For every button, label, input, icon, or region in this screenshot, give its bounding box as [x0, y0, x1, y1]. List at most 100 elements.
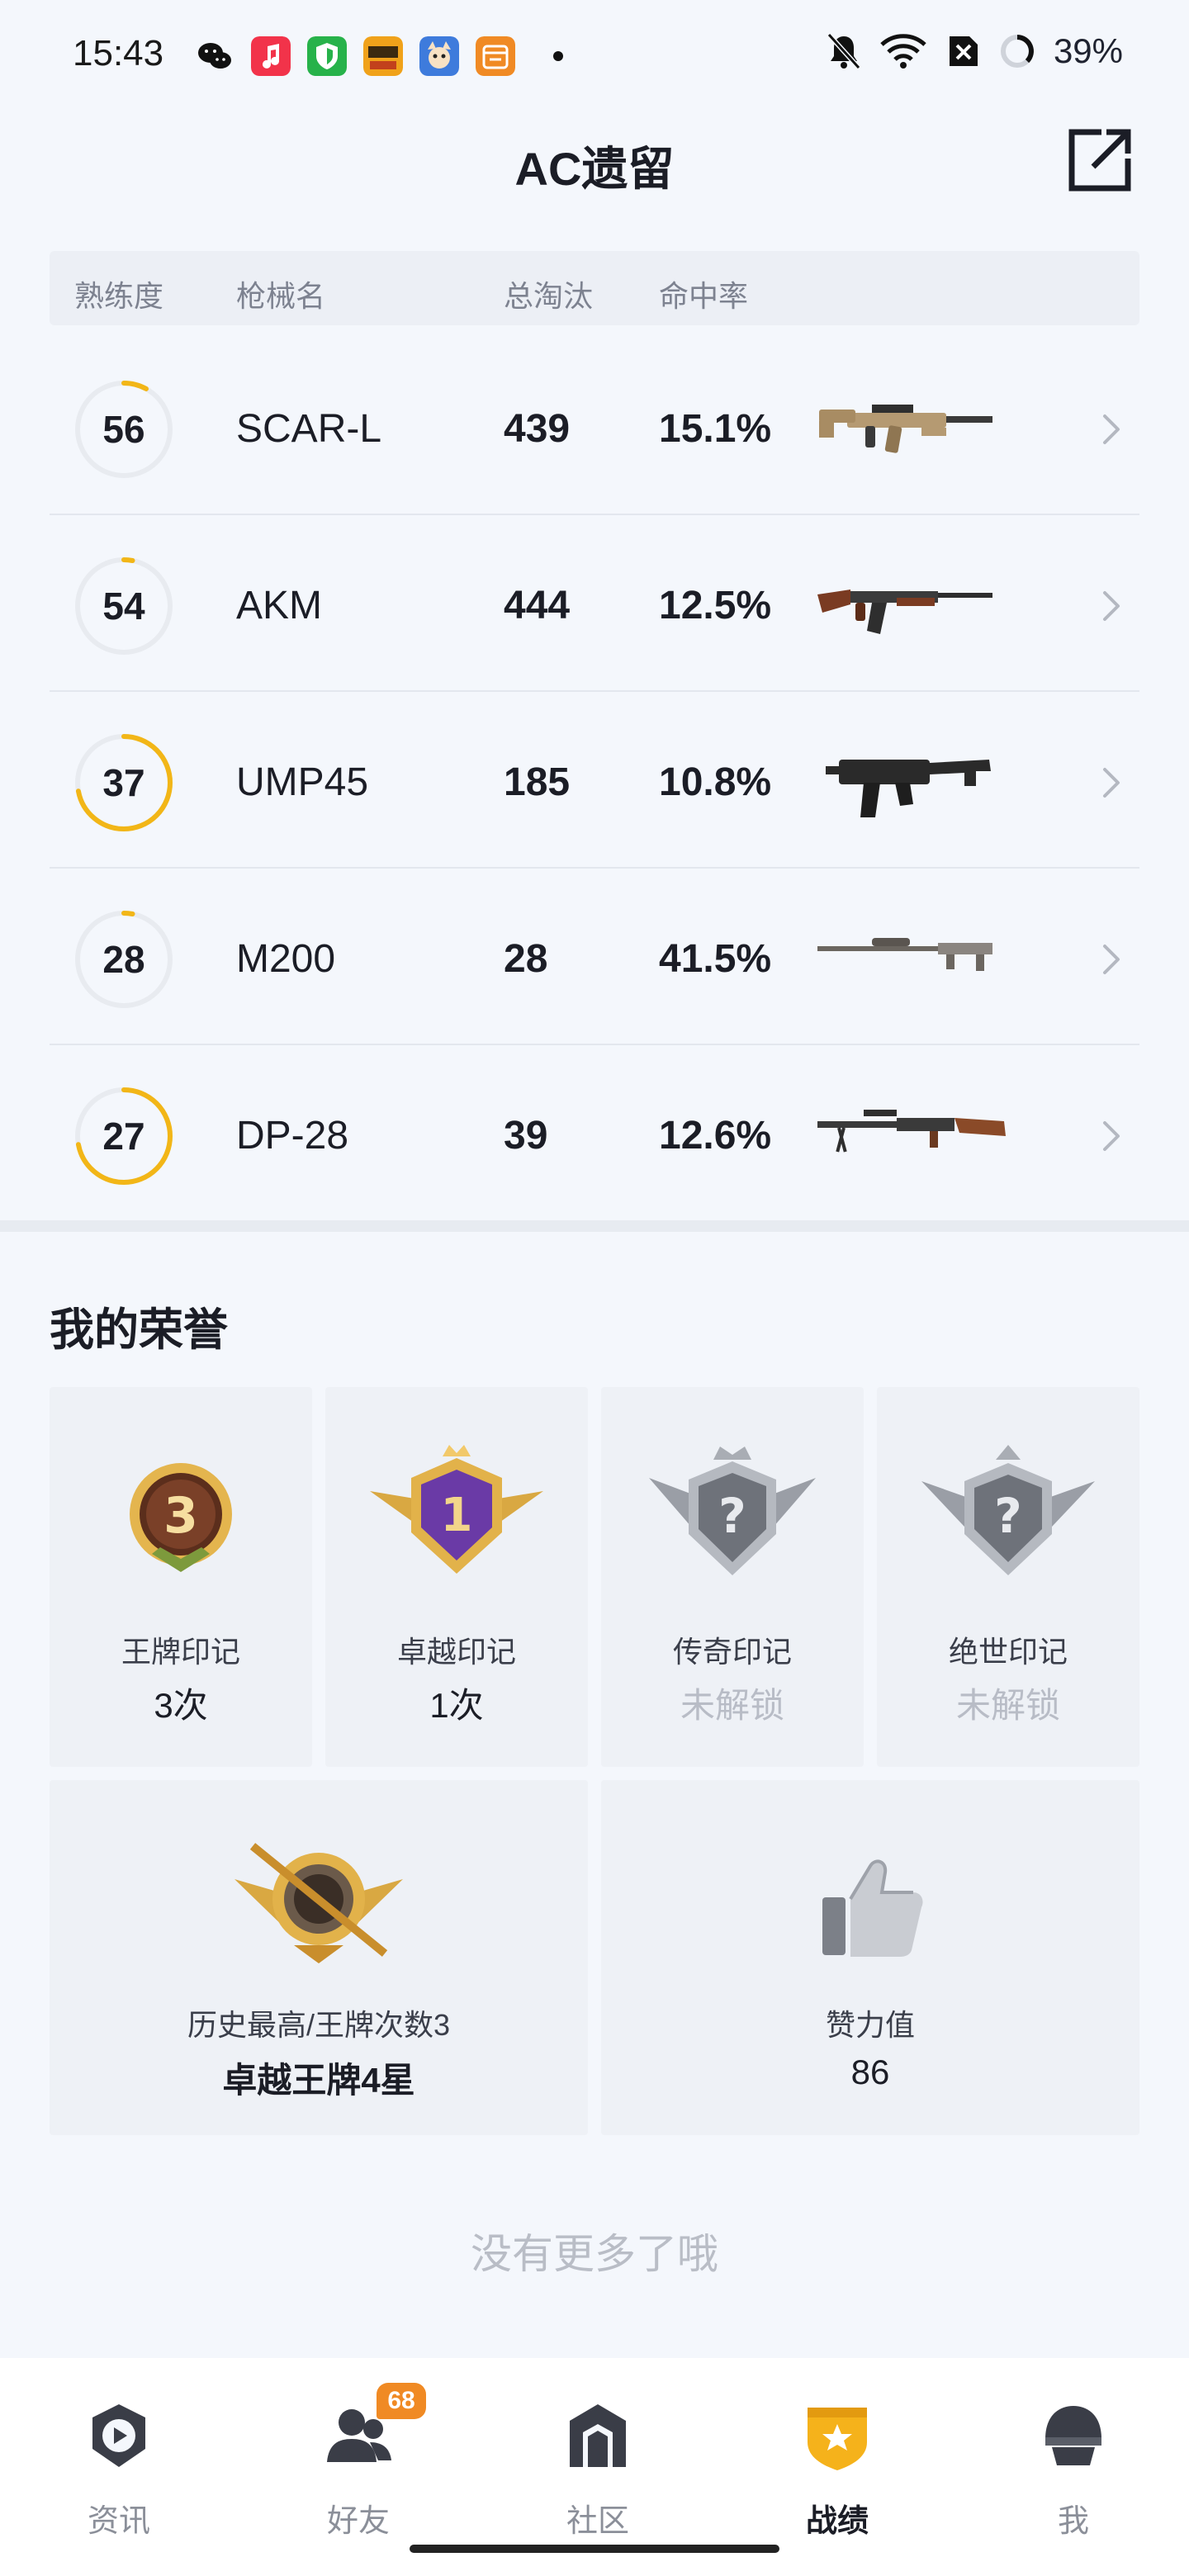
wifi-icon	[880, 34, 926, 69]
weapon-kills: 28	[504, 937, 548, 981]
weapon-table-header: 熟练度 枪械名 总淘汰 命中率	[50, 251, 1139, 325]
game-app-icon	[363, 36, 403, 76]
weapon-name: UMP45	[236, 760, 369, 804]
weapon-accuracy: 15.1%	[659, 407, 772, 451]
honor-value: 3次	[154, 1686, 208, 1725]
nav-item-friends[interactable]: 68 好友	[276, 2383, 441, 2539]
weapon-name: AKM	[236, 584, 323, 627]
weapon-kills: 39	[504, 1114, 548, 1158]
calendar-app-icon	[476, 36, 515, 76]
battery-ring-icon	[1000, 35, 1034, 68]
proficiency-level: 56	[102, 408, 145, 451]
svg-text:3: 3	[163, 1487, 198, 1545]
chevron-right-icon	[1103, 591, 1120, 621]
home-indicator	[410, 2545, 779, 2553]
nav-item-profile[interactable]: 我	[991, 2383, 1156, 2539]
smg-black-icon	[826, 760, 991, 817]
weapon-name: DP-28	[236, 1114, 349, 1158]
proficiency-level: 28	[102, 938, 145, 981]
weapon-accuracy: 10.8%	[659, 760, 772, 804]
honor-label: 王牌印记	[121, 1635, 240, 1669]
light-machine-gun-icon	[817, 1110, 1006, 1153]
nav-item-record[interactable]: 战绩	[755, 2383, 920, 2539]
status-notification-icons	[195, 36, 563, 76]
sim-off-icon	[949, 36, 978, 66]
status-system-icons: 39%	[826, 31, 1123, 71]
honor-label: 卓越印记	[396, 1635, 516, 1669]
ace-badge-3-icon: 3	[130, 1463, 232, 1572]
community-icon	[570, 2404, 626, 2467]
shield-app-icon	[307, 36, 347, 76]
battery-percent: 39%	[1053, 31, 1123, 70]
proficiency-level: 37	[102, 761, 145, 804]
honor-card-legend[interactable]: ? 传奇印记 未解锁	[601, 1387, 864, 1767]
svg-text:1: 1	[441, 1489, 473, 1542]
weapon-kills: 439	[504, 407, 571, 451]
honor-card-ace[interactable]: 3 王牌印记 3次	[50, 1387, 312, 1767]
honor-label: 传奇印记	[672, 1635, 792, 1669]
weapon-row[interactable]: 54 AKM 444 12.5%	[50, 515, 1139, 692]
honor-card-highest-rank[interactable]: 历史最高/王牌次数3 卓越王牌4星	[50, 1780, 588, 2135]
status-time: 15:43	[73, 33, 164, 73]
weapon-accuracy: 12.5%	[659, 584, 772, 627]
sniper-rifle-icon	[817, 938, 992, 971]
weapon-row[interactable]: 28 M200 28 41.5%	[50, 869, 1139, 1045]
notification-dot-icon	[553, 51, 563, 61]
honor-card-conqueror[interactable]: 1 卓越印记 1次	[325, 1387, 588, 1767]
status-bar: 15:43 39%	[0, 0, 1189, 107]
conqueror-badge-1-icon: 1	[370, 1445, 543, 1574]
thumbs-up-icon	[822, 1859, 923, 1957]
honor-value: 未解锁	[680, 1686, 784, 1725]
honor-label: 赞力值	[825, 2008, 915, 2042]
proficiency-level: 54	[102, 585, 145, 627]
honor-value: 86	[850, 2053, 890, 2091]
nav-label: 社区	[566, 2504, 629, 2539]
col-weapon: 枪械名	[236, 279, 326, 313]
share-external-icon[interactable]	[1065, 125, 1135, 195]
svg-text:?: ?	[994, 1488, 1022, 1544]
assault-rifle-tan-icon	[819, 405, 992, 453]
nav-item-news[interactable]: 资讯	[36, 2383, 201, 2539]
profile-helmet-icon	[1045, 2406, 1101, 2465]
end-of-list-text: 没有更多了哦	[471, 2231, 718, 2277]
honor-value: 未解锁	[955, 1686, 1060, 1725]
weapon-row[interactable]: 37 UMP45 185 10.8%	[50, 692, 1139, 869]
nav-label: 战绩	[805, 2504, 869, 2539]
weapon-row[interactable]: 27 DP-28 39 12.6%	[50, 1045, 1139, 1222]
honor-label: 绝世印记	[948, 1635, 1068, 1669]
svg-text:?: ?	[718, 1488, 746, 1544]
nav-item-community[interactable]: 社区	[515, 2383, 680, 2539]
game-app-2-icon	[419, 36, 459, 76]
bell-off-icon	[827, 32, 861, 70]
weapon-name: M200	[236, 937, 336, 981]
weapon-accuracy: 12.6%	[659, 1114, 772, 1158]
weapon-accuracy: 41.5%	[659, 937, 772, 981]
honor-card-likes[interactable]: 赞力值 86	[601, 1780, 1139, 2135]
rank-emblem-icon	[234, 1843, 403, 1963]
honor-value: 1次	[429, 1686, 484, 1725]
honor-value: 卓越王牌4星	[222, 2061, 415, 2100]
peerless-badge-locked-icon: ?	[921, 1445, 1095, 1575]
weapon-row[interactable]: 56 SCAR-L 439 15.1%	[50, 339, 1139, 515]
col-proficiency: 熟练度	[74, 279, 164, 313]
akm-rifle-icon	[817, 590, 992, 634]
proficiency-level: 27	[102, 1115, 145, 1158]
wechat-icon	[198, 43, 231, 69]
weapon-kills: 185	[504, 760, 571, 804]
record-icon	[808, 2408, 867, 2470]
legend-badge-locked-icon: ?	[649, 1447, 816, 1575]
col-kills: 总淘汰	[504, 279, 594, 313]
news-icon	[92, 2404, 145, 2467]
honor-card-peerless[interactable]: ? 绝世印记 未解锁	[877, 1387, 1139, 1767]
friends-count-badge: 68	[377, 2383, 426, 2419]
chevron-right-icon	[1103, 768, 1120, 798]
page-title: AC遗留	[514, 143, 675, 195]
chevron-right-icon	[1103, 414, 1120, 444]
honor-label: 历史最高/王牌次数3	[187, 2008, 451, 2042]
section-divider	[0, 1220, 1189, 1232]
col-accuracy: 命中率	[659, 279, 749, 313]
chevron-right-icon	[1103, 1121, 1120, 1151]
weapon-kills: 444	[504, 584, 571, 627]
nav-label: 我	[1057, 2504, 1089, 2539]
bottom-nav: 资讯 68 好友 社区 战绩 我	[0, 2358, 1189, 2576]
